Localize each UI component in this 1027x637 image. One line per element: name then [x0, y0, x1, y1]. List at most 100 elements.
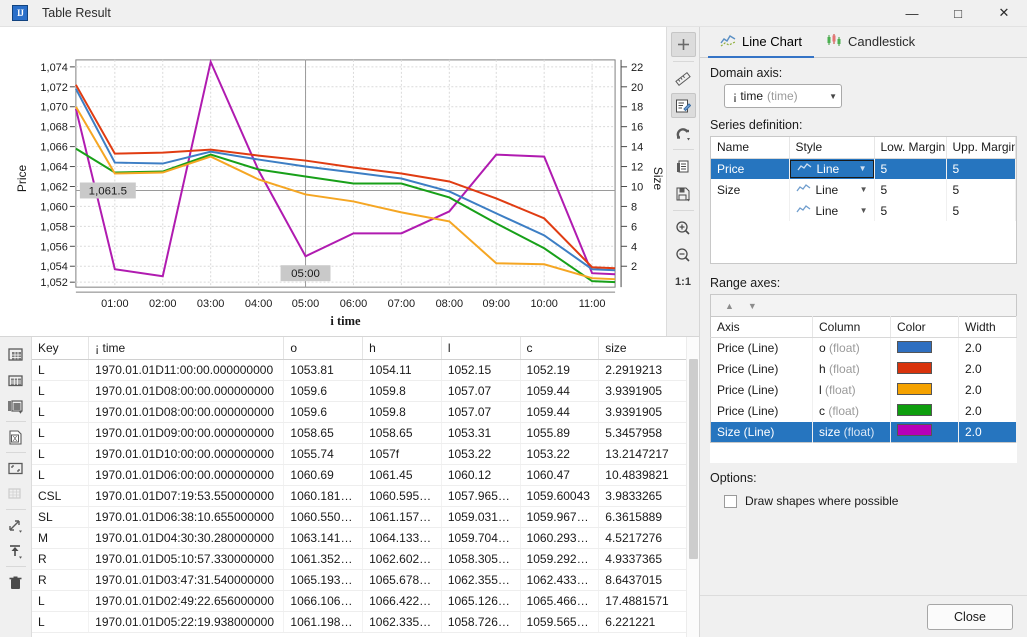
cell-o[interactable]: 1053.81 — [283, 359, 364, 381]
range-column-cell[interactable]: h (float) — [812, 358, 891, 380]
series-col-name[interactable]: Name — [711, 137, 790, 159]
series-low-margin-cell[interactable]: 5 — [874, 200, 947, 221]
table-row[interactable]: CSL 1970.01.01D07:19:53.550000000 1060.181… — [32, 485, 699, 507]
cell-c[interactable]: 1053.22 — [520, 443, 600, 465]
cell-h[interactable]: 1058.65 — [362, 422, 442, 444]
cell-c[interactable]: 1059.56597… — [520, 611, 600, 633]
cell-o[interactable]: 1059.6 — [283, 401, 364, 423]
range-axis-cell[interactable]: Price (Line) — [710, 358, 813, 380]
cell-time[interactable]: 1970.01.01D04:30:30.280000000 — [88, 527, 285, 549]
cell-o[interactable]: 1066.106252 — [283, 590, 364, 612]
range-color-cell[interactable] — [890, 421, 959, 443]
style-dropdown[interactable]: Line ▼ — [795, 183, 868, 197]
close-window-button[interactable]: ✕ — [981, 0, 1027, 27]
maximize-button[interactable]: □ — [935, 0, 981, 27]
cell-l[interactable]: 1059.03193… — [441, 506, 521, 528]
cell-time[interactable]: 1970.01.01D09:00:00.000000000 — [88, 422, 285, 444]
cell-l[interactable]: 1060.12 — [441, 464, 521, 486]
zoom-in-tool-icon[interactable] — [671, 215, 696, 240]
magnet-tool-icon[interactable] — [671, 120, 696, 145]
chart-canvas[interactable]: 1,074 1,072 1,070 1,068 1,066 1,064 1,062 1,… — [0, 27, 666, 336]
cell-size[interactable]: 10.4839821 — [598, 464, 699, 486]
column-header-h[interactable]: h — [362, 337, 442, 360]
zoom-out-tool-icon[interactable] — [671, 242, 696, 267]
export-excel-icon[interactable]: X — [3, 425, 29, 449]
table-row[interactable]: L 1970.01.01D11:00:00.000000000 1053.81 105… — [32, 359, 699, 381]
cell-h[interactable]: 1066.42253… — [362, 590, 442, 612]
cell-l[interactable]: 1052.15 — [441, 359, 521, 381]
range-axis-row[interactable]: Size (Line) size (float) 2.0 — [710, 421, 1017, 443]
cell-c[interactable]: 1059.44 — [520, 401, 600, 423]
series-row[interactable]: Size Line ▼ 5 5 — [711, 179, 1016, 200]
draw-shapes-option[interactable]: Draw shapes where possible — [724, 494, 1017, 508]
move-up-icon[interactable]: ▲ — [725, 301, 734, 311]
range-axis-cell[interactable]: Price (Line) — [710, 400, 813, 422]
cell-o[interactable]: 1063.14190… — [283, 527, 364, 549]
color-swatch[interactable] — [897, 424, 932, 437]
range-axis-row[interactable]: Price (Line) h (float) 2.0 — [710, 358, 1017, 380]
color-swatch[interactable] — [897, 361, 932, 374]
table-transpose-icon[interactable] — [3, 368, 29, 392]
column-header-l[interactable]: l — [441, 337, 521, 360]
series-upp-margin-cell[interactable]: 5 — [946, 200, 1016, 221]
table-row[interactable]: R 1970.01.01D05:10:57.330000000 1061.35210… — [32, 548, 699, 570]
cell-size[interactable]: 6.3615889 — [598, 506, 699, 528]
close-button[interactable]: Close — [927, 603, 1013, 630]
cell-size[interactable]: 8.6437015 — [598, 569, 699, 591]
cell-c[interactable]: 1059.44 — [520, 380, 600, 402]
cell-size[interactable]: 13.2147217 — [598, 443, 699, 465]
cell-h[interactable]: 1062.60254… — [362, 548, 442, 570]
series-col-style[interactable]: Style — [789, 137, 875, 159]
cell-time[interactable]: 1970.01.01D05:10:57.330000000 — [88, 548, 285, 570]
table-row[interactable]: L 1970.01.01D08:00:00.000000000 1059.6 1059… — [32, 380, 699, 402]
range-col-color[interactable]: Color — [890, 316, 959, 338]
domain-axis-select[interactable]: ¡ time (time) ▼ — [724, 84, 842, 108]
annotate-tool-icon[interactable] — [670, 93, 696, 118]
column-header-key[interactable]: Key — [32, 337, 90, 360]
cell-key[interactable]: L — [32, 401, 90, 423]
range-column-cell[interactable]: o (float) — [812, 337, 891, 359]
range-width-cell[interactable]: 2.0 — [958, 337, 1017, 359]
tab-line-chart[interactable]: Line Chart — [708, 27, 814, 58]
cell-l[interactable]: 1053.22 — [441, 443, 521, 465]
cell-h[interactable]: 1054.11 — [362, 359, 442, 381]
series-style-cell[interactable]: Line ▼ — [789, 158, 875, 179]
cell-o[interactable]: 1060.69 — [283, 464, 364, 486]
cell-c[interactable]: 1059.292932 — [520, 548, 600, 570]
series-name-cell[interactable]: Price — [711, 158, 790, 179]
cell-l[interactable]: 1058.72629… — [441, 611, 521, 633]
range-axis-cell[interactable]: Price (Line) — [710, 337, 813, 359]
range-column-cell[interactable]: c (float) — [812, 400, 891, 422]
series-style-cell[interactable]: Line ▼ — [789, 200, 875, 221]
reset-zoom-tool-icon[interactable]: 1:1 — [671, 269, 696, 294]
series-upp-margin-cell[interactable]: 5 — [946, 179, 1016, 200]
cell-key[interactable]: L — [32, 590, 90, 612]
range-width-cell[interactable]: 2.0 — [958, 379, 1017, 401]
cell-c[interactable]: 1055.89 — [520, 422, 600, 444]
range-axis-cell[interactable]: Price (Line) — [710, 379, 813, 401]
column-header-size[interactable]: size — [598, 337, 699, 360]
cell-time[interactable]: 1970.01.01D06:38:10.655000000 — [88, 506, 285, 528]
cell-size[interactable]: 4.9337365 — [598, 548, 699, 570]
range-axis-row[interactable]: Price (Line) c (float) 2.0 — [710, 400, 1017, 422]
cell-size[interactable]: 17.4881571 — [598, 590, 699, 612]
range-col-axis[interactable]: Axis — [710, 316, 813, 338]
table-view-icon[interactable] — [3, 342, 29, 366]
cell-l[interactable]: 1057.96573… — [441, 485, 521, 507]
chevron-down-icon[interactable]: ▼ — [859, 164, 867, 173]
cell-l[interactable]: 1053.31 — [441, 422, 521, 444]
cell-size[interactable]: 6.221221 — [598, 611, 699, 633]
chevron-down-icon[interactable]: ▼ — [860, 185, 868, 194]
cell-key[interactable]: CSL — [32, 485, 90, 507]
cell-c[interactable]: 1060.29338… — [520, 527, 600, 549]
color-swatch[interactable] — [897, 403, 932, 416]
ruler-tool-icon[interactable] — [671, 66, 696, 91]
cell-l[interactable]: 1057.07 — [441, 380, 521, 402]
cell-h[interactable]: 1057f — [362, 443, 442, 465]
range-width-cell[interactable]: 2.0 — [958, 358, 1017, 380]
cell-key[interactable]: SL — [32, 506, 90, 528]
save-tool-icon[interactable] — [671, 181, 696, 206]
series-col-low[interactable]: Low. Margin — [874, 137, 947, 159]
cell-o[interactable]: 1065.19343… — [283, 569, 364, 591]
cell-size[interactable]: 2.2919213 — [598, 359, 699, 381]
